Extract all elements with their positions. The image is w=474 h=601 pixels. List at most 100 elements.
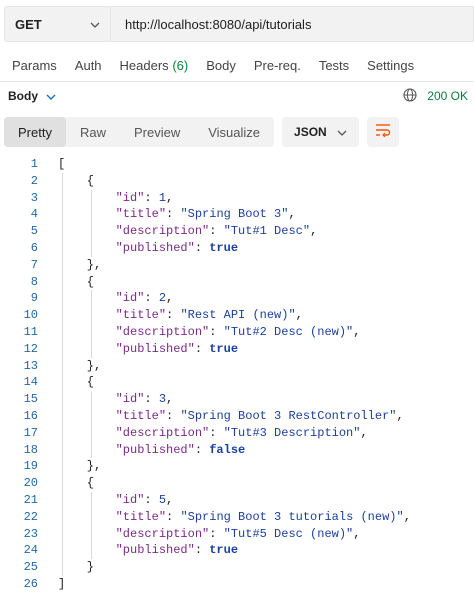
json-token: "id" [115,392,145,407]
json-token: }, [58,358,102,373]
code-text[interactable]: { [58,374,94,391]
json-token: "id" [115,291,145,306]
tab-label: Settings [367,57,415,73]
code-text[interactable]: "description": "Tut#2 Desc (new)", [58,324,361,341]
code-text[interactable]: "id": 1, [58,190,174,207]
code-line: 12 "published": true [0,341,474,358]
view-raw-button[interactable]: Raw [66,117,120,147]
format-label: JSON [294,125,327,139]
code-text[interactable]: "title": "Spring Boot 3 tutorials (new)"… [58,509,411,526]
json-token: , [353,526,361,541]
code-text[interactable]: "description": "Tut#3 Description", [58,425,368,442]
line-number: 18 [23,442,38,457]
tab-tests[interactable]: Tests [313,58,355,73]
code-line: 7 }, [0,257,474,274]
tab-body[interactable]: Body [200,58,242,73]
response-body-code: 1[2 {3 "id": 1, 4 "title": "Spring Boot 3… [0,156,474,593]
indent-guide [91,492,92,560]
json-token: , [166,190,174,205]
code-line: 18 "published": false [0,442,474,459]
json-token: , [166,291,174,306]
view-visualize-button[interactable]: Visualize [194,117,274,147]
code-text[interactable]: { [58,173,94,190]
json-token: "Tut#3 Description" [223,425,361,440]
code-line: 25 } [0,559,474,576]
tab-pre-request[interactable]: Pre-req. [248,58,307,73]
view-preview-button[interactable]: Preview [120,117,194,147]
json-token: "published" [115,543,195,558]
json-token: : [194,341,210,356]
code-text[interactable]: }, [58,257,101,274]
code-text[interactable]: "title": "Spring Boot 3", [58,206,296,223]
code-text[interactable]: { [58,274,94,291]
code-text[interactable]: "published": false [58,442,246,459]
response-section-dropdown[interactable]: Body [8,89,56,103]
json-token: : [194,240,210,255]
code-text[interactable]: }, [58,358,101,375]
code-line: 26] [0,576,474,593]
code-text[interactable]: "published": true [58,341,238,358]
code-text[interactable]: ] [58,576,65,593]
code-text[interactable]: "description": "Tut#1 Desc", [58,223,318,240]
indent-guide [91,189,92,257]
code-line: 6 "published": true [0,240,474,257]
code-line: 24 "published": true [0,542,474,559]
line-number: 3 [30,190,38,205]
format-select[interactable]: JSON [282,117,359,147]
line-number: 15 [23,392,38,407]
view-pretty-button[interactable]: Pretty [4,117,66,147]
json-token: ] [58,576,66,591]
globe-icon[interactable] [403,87,417,105]
json-token: : [194,442,210,457]
code-text[interactable]: [ [58,156,65,173]
json-token: "description" [115,324,210,339]
json-token: "Spring Boot 3 tutorials (new)" [180,509,404,524]
method-select[interactable]: GET [4,6,110,42]
code-text[interactable]: "title": "Rest API (new)", [58,307,303,324]
response-status: 200 OK [403,84,468,108]
wrap-lines-button[interactable] [366,117,399,147]
code-text[interactable]: "title": "Spring Boot 3 RestController", [58,408,404,425]
code-text[interactable]: "id": 5, [58,492,174,509]
json-token: : [166,509,181,524]
code-text[interactable]: "description": "Tut#5 Desc (new)", [58,526,361,543]
json-token: false [209,442,246,457]
json-token: : [144,190,159,205]
code-text[interactable]: { [58,475,94,492]
code-text[interactable]: }, [58,458,101,475]
json-token: : [144,291,159,306]
json-token: , [288,207,296,222]
json-token: 1 [158,190,167,205]
method-label: GET [15,16,42,32]
code-line: 9 "id": 2, [0,290,474,307]
status-code[interactable]: 200 OK [427,89,468,103]
json-token: : [209,526,224,541]
code-text[interactable]: "published": true [58,240,238,257]
tab-settings[interactable]: Settings [361,58,420,73]
tab-params[interactable]: Params [6,58,63,73]
line-number: 7 [30,257,38,272]
tab-label: Headers [119,57,169,73]
code-text[interactable]: } [58,559,94,576]
json-token: : [209,224,224,239]
tab-headers[interactable]: Headers (6) [114,58,195,73]
url-input[interactable]: http://localhost:8080/api/tutorials [110,6,474,42]
wrap-lines-icon [375,123,391,142]
json-token: } [58,560,95,575]
code-text[interactable]: "id": 2, [58,290,174,307]
code-text[interactable]: "id": 3, [58,391,174,408]
json-token: "id" [115,492,145,507]
json-token: , [403,509,411,524]
line-number: 6 [30,240,38,255]
code-line: 14 { [0,374,474,391]
json-token: { [58,274,95,289]
tab-auth[interactable]: Auth [69,58,108,73]
code-text[interactable]: "published": true [58,542,238,559]
code-line: 15 "id": 3, [0,391,474,408]
json-token: "title" [115,207,167,222]
